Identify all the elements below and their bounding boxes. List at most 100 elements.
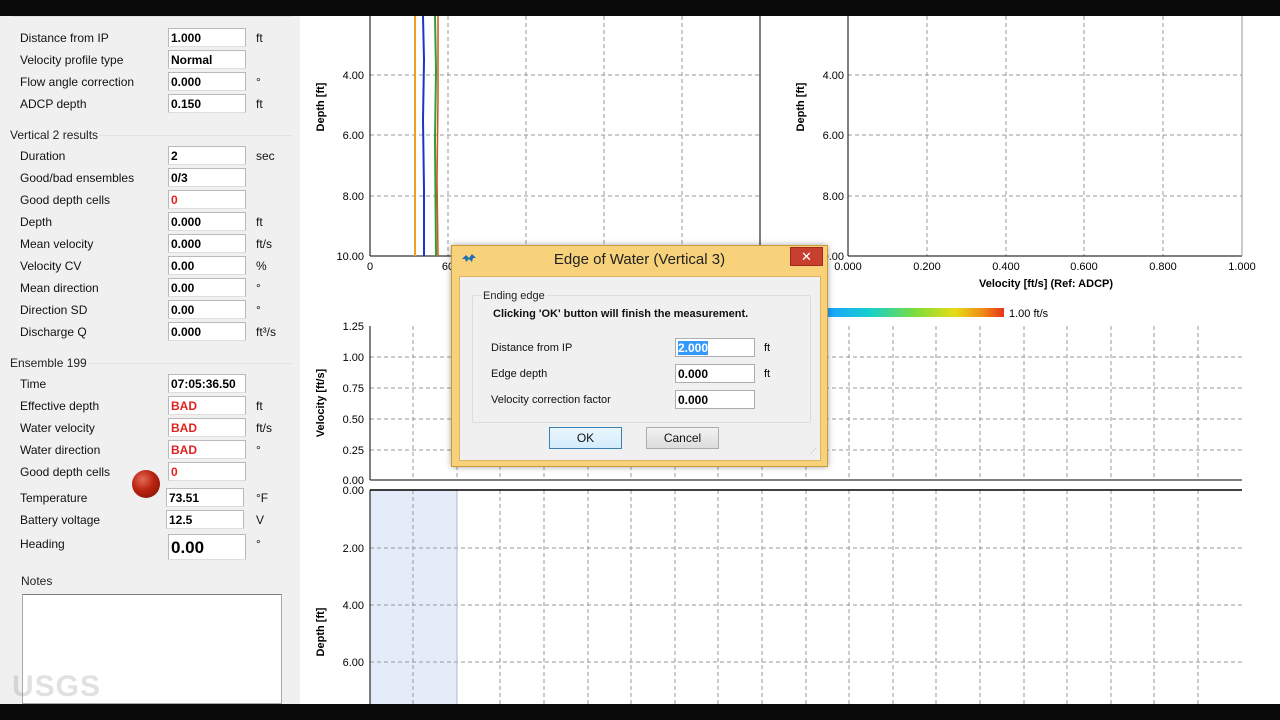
value-field: 0.00 <box>168 300 246 319</box>
ending-edge-title: Ending edge <box>481 290 547 302</box>
unit: sec <box>256 149 275 163</box>
x-tick: 1.000 <box>1228 261 1256 273</box>
unit: °F <box>256 491 269 505</box>
label: Water velocity <box>20 421 95 435</box>
value-field: 73.51 <box>166 488 244 507</box>
y-axis-label: Depth [ft] <box>315 82 327 131</box>
value-field: 0/3 <box>168 168 246 187</box>
profile-chart-right: 4.00 6.00 8.00 10.00 0.000 0.200 0.400 0… <box>795 16 1256 290</box>
unit: ft <box>256 215 263 229</box>
x-tick: 0.800 <box>1149 261 1177 273</box>
x-tick: 0.000 <box>834 261 862 273</box>
x-tick: 0.600 <box>1070 261 1098 273</box>
y-tick: 1.25 <box>343 321 364 333</box>
distance-from-ip-row: Distance from IP 2.000 ft <box>491 338 791 358</box>
edge-depth-input[interactable]: 0.000 <box>675 364 755 383</box>
value-field[interactable]: 0.150 <box>168 94 246 113</box>
row-duration: Duration 2 sec <box>20 146 300 166</box>
y-tick: 2.00 <box>343 543 364 555</box>
y-tick: 8.00 <box>343 191 364 203</box>
y-tick: 1.00 <box>343 352 364 364</box>
resize-grip-icon[interactable]: ⋰ <box>810 448 818 458</box>
row-mean-direction: Mean direction 0.00 ° <box>20 278 300 298</box>
unit: ft/s <box>256 421 273 435</box>
label: Mean velocity <box>20 237 94 251</box>
value-field: 0.000 <box>168 212 246 231</box>
row-good-bad-ensembles: Good/bad ensembles 0/3 <box>20 168 300 188</box>
label: ADCP depth <box>20 97 87 111</box>
unit: ° <box>256 281 261 295</box>
unit: ft/s <box>256 237 273 251</box>
unit: ° <box>256 537 261 551</box>
unit: % <box>256 259 267 273</box>
y-tick: 0.25 <box>343 445 364 457</box>
unit: ft <box>256 31 263 45</box>
value-field: BAD <box>168 440 246 459</box>
edge-depth-unit: ft <box>764 368 771 380</box>
ok-button[interactable]: OK <box>549 427 622 449</box>
x-tick: 0 <box>367 261 373 273</box>
value-field: 07:05:36.50 <box>168 374 246 393</box>
y-axis-label: Depth [ft] <box>795 82 807 131</box>
distance-value: 2.000 <box>678 341 709 355</box>
profile-line-green <box>433 16 438 257</box>
y-tick: 4.00 <box>823 70 844 82</box>
label: Depth <box>20 215 53 229</box>
label: Good/bad ensembles <box>20 171 135 185</box>
value-field: 0.00 <box>168 534 246 560</box>
edge-depth-label: Edge depth <box>491 368 548 380</box>
edge-of-water-dialog: Edge of Water (Vertical 3) ✕ Ending edge… <box>451 245 828 467</box>
x-tick: 0.200 <box>913 261 941 273</box>
y-tick: 8.00 <box>823 191 844 203</box>
profile-line-blue <box>421 16 426 256</box>
label: Effective depth <box>20 399 100 413</box>
y-tick: 0.75 <box>343 383 364 395</box>
unit: ft <box>256 399 263 413</box>
value-field[interactable]: Normal <box>168 50 246 69</box>
row-water-direction: Water direction BAD ° <box>20 440 300 460</box>
x-axis-label: Velocity [ft/s] (Ref: ADCP) <box>979 278 1113 290</box>
y-tick: 4.00 <box>343 600 364 612</box>
velocity-factor-input[interactable]: 0.000 <box>675 390 755 409</box>
value-field: 2 <box>168 146 246 165</box>
distance-input[interactable]: 2.000 <box>675 338 755 357</box>
row-depth: Depth 0.000 ft <box>20 212 300 232</box>
value-field: 0.00 <box>168 256 246 275</box>
label: Water direction <box>20 443 101 457</box>
label: Velocity CV <box>20 259 82 273</box>
velocity-factor-label: Velocity correction factor <box>491 394 611 406</box>
bottom-black-bar <box>0 704 1280 720</box>
value-field: 0.00 <box>168 278 246 297</box>
y-axis-label: Depth [ft] <box>315 607 327 656</box>
row-water-velocity: Water velocity BAD ft/s <box>20 418 300 438</box>
label: Time <box>20 377 47 391</box>
usgs-watermark: USGS <box>12 670 102 703</box>
value-field[interactable]: 1.000 <box>168 28 246 47</box>
label: Distance from IP <box>20 31 109 45</box>
profile-chart-left: 4.00 6.00 8.00 10.00 0 60 Depth [ft] <box>315 16 761 273</box>
label: Battery voltage <box>20 513 101 527</box>
cancel-button[interactable]: Cancel <box>646 427 719 449</box>
velocity-factor-row: Velocity correction factor 0.000 <box>491 390 791 410</box>
label: Temperature <box>20 491 88 505</box>
row-time: Time 07:05:36.50 <box>20 374 300 394</box>
label: Heading <box>20 537 65 551</box>
row-heading: Heading 0.00 ° <box>20 534 300 562</box>
row-velocity-cv: Velocity CV 0.00 % <box>20 256 300 276</box>
label: Duration <box>20 149 66 163</box>
left-info-panel: Distance from IP 1.000 ft Velocity profi… <box>0 16 300 704</box>
value-field[interactable]: 0.000 <box>168 72 246 91</box>
label: Flow angle correction <box>20 75 135 89</box>
close-button[interactable]: ✕ <box>790 247 823 266</box>
unit: ° <box>256 303 261 317</box>
velocity-color-bar <box>828 308 1004 317</box>
value-field: 0 <box>168 190 246 209</box>
row-adcp-depth: ADCP depth 0.150 ft <box>20 94 300 114</box>
row-battery-voltage: Battery voltage 12.5 V <box>20 510 300 530</box>
y-axis-label: Velocity [ft/s] <box>315 368 327 437</box>
top-black-bar <box>0 0 1280 16</box>
ensemble-title: Ensemble 199 <box>9 356 88 370</box>
dialog-body: Ending edge Clicking 'OK' button will fi… <box>459 276 821 461</box>
label: Direction SD <box>20 303 88 317</box>
unit: ° <box>256 443 261 457</box>
